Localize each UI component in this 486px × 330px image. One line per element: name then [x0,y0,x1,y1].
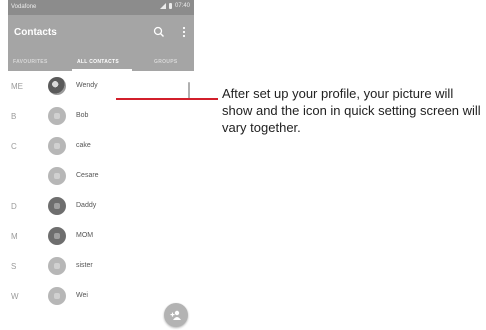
section-letter: B [11,112,17,121]
contact-row[interactable]: B Bob [8,101,194,131]
carrier-name: Vodafone [11,4,37,10]
contact-list[interactable]: ME Wendy B Bob C cake Cesare D Daddy M M… [8,71,194,330]
contact-name: Daddy [76,202,97,209]
phone-screen: Vodafone 07:40 Contacts FAVOURITES ALL C… [8,0,194,330]
contact-name: cake [76,142,91,149]
add-contact-button[interactable] [164,303,188,327]
signal-icon [159,3,166,9]
status-time: 07:40 [174,3,190,9]
section-letter: M [11,232,18,241]
section-letter: ME [11,82,23,91]
contact-row[interactable]: C cake [8,131,194,161]
callout-line [116,98,218,100]
contact-row-me[interactable]: ME Wendy [8,71,194,101]
status-bar: Vodafone 07:40 [8,0,194,15]
status-icons: 07:40 [159,3,190,9]
contact-avatar-icon [48,257,66,275]
app-bar: Contacts FAVOURITES ALL CONTACTS GROUPS [8,15,194,71]
add-contact-icon [170,310,181,320]
contact-name: Cesare [76,172,99,179]
contact-name: Wendy [76,82,98,89]
app-title: Contacts [14,27,57,38]
contact-name: MOM [76,232,94,239]
tab-groups[interactable]: GROUPS [154,59,177,65]
section-letter: C [11,142,17,151]
contact-name: sister [76,262,93,269]
tab-all-contacts[interactable]: ALL CONTACTS [77,59,119,65]
profile-photo-avatar [48,77,66,95]
contact-name: Bob [76,112,89,119]
section-letter: D [11,202,17,211]
contact-avatar-icon [48,107,66,125]
contact-avatar-icon [48,227,66,245]
contact-avatar-icon [48,287,66,305]
contact-avatar-icon [48,167,66,185]
contact-avatar-icon [48,197,66,215]
contact-name: Wei [76,292,88,299]
tab-favourites[interactable]: FAVOURITES [13,59,48,65]
more-vert-icon[interactable] [180,25,188,39]
contact-row[interactable]: S sister [8,251,194,281]
contact-row[interactable]: M MOM [8,221,194,251]
battery-icon [168,3,172,9]
contact-row[interactable]: D Daddy [8,191,194,221]
contact-avatar-icon [48,137,66,155]
section-letter: S [11,262,17,271]
callout-text: After set up your profile, your picture … [222,86,481,135]
search-icon[interactable] [152,25,166,39]
section-letter: W [11,292,19,301]
contact-row[interactable]: Cesare [8,161,194,191]
